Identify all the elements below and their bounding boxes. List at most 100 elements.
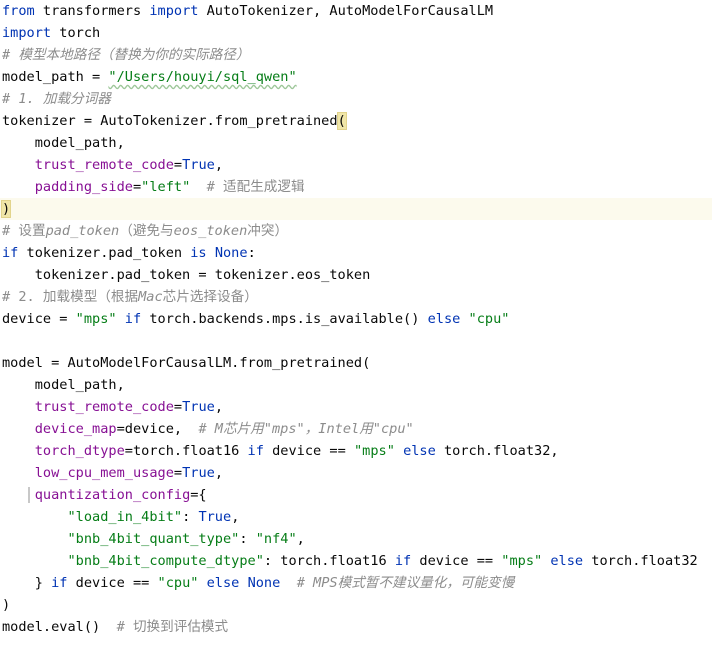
- comment: # 1. 加载分词器: [2, 91, 111, 107]
- token: if: [124, 311, 142, 327]
- code-line[interactable]: # 1. 加载分词器: [0, 88, 712, 110]
- code-line[interactable]: # 设置pad_token（避免与eos_token冲突）: [0, 220, 712, 242]
- string-literal: "load_in_4bit": [67, 509, 183, 525]
- token: ,: [214, 465, 224, 481]
- token: True: [182, 399, 215, 415]
- code-line[interactable]: trust_remote_code=True,: [0, 396, 712, 418]
- kwarg: padding_side: [34, 179, 133, 195]
- comment: # 模型本地路径（替换为你的实际路径）: [2, 47, 250, 63]
- token: device ==: [67, 575, 158, 591]
- token: else: [427, 311, 461, 327]
- code-line[interactable]: "bnb_4bit_quant_type": "nf4",: [0, 528, 712, 550]
- code-line[interactable]: if tokenizer.pad_token is None:: [0, 242, 712, 264]
- string-literal: "bnb_4bit_quant_type": [67, 531, 240, 547]
- token: import: [2, 25, 52, 41]
- string-literal: "/Users/houyi/sql_qwen": [108, 69, 297, 85]
- code-line[interactable]: # 2. 加载模型（根据Mac芯片选择设备）: [0, 286, 712, 308]
- token: if: [394, 553, 412, 569]
- comment: # 适配生成逻辑: [206, 179, 305, 195]
- comment: 冲突）: [247, 223, 289, 239]
- token: model.eval(): [2, 619, 117, 635]
- code-line[interactable]: tokenizer.pad_token = tokenizer.eos_toke…: [0, 264, 712, 286]
- comment: pad_token: [45, 223, 120, 239]
- token: :: [182, 509, 199, 525]
- token: torch: [51, 25, 101, 41]
- token: : torch.float16: [263, 553, 395, 569]
- token: =torch.float16: [124, 443, 248, 459]
- token: tokenizer.pad_token = tokenizer.eos_toke…: [2, 267, 371, 283]
- code-line[interactable]: "load_in_4bit": True,: [0, 506, 712, 528]
- token: True: [182, 157, 215, 173]
- token: tokenizer.pad_token: [18, 245, 191, 261]
- token: True: [182, 465, 215, 481]
- token: torch.backends.mps.is_available(): [141, 311, 428, 327]
- code-line[interactable]: # 模型本地路径（替换为你的实际路径）: [0, 44, 712, 66]
- code-line[interactable]: device = "mps" if torch.backends.mps.is_…: [0, 308, 712, 330]
- code-line[interactable]: from transformers import AutoTokenizer, …: [0, 0, 712, 22]
- kwarg: device_map: [34, 421, 117, 437]
- token: }: [2, 575, 52, 591]
- token: True: [198, 509, 232, 525]
- token: :: [239, 531, 256, 547]
- kwarg: torch_dtype: [34, 443, 125, 459]
- string-literal: "cpu": [468, 311, 510, 327]
- token: tokenizer = AutoTokenizer.from_pretraine…: [2, 113, 338, 129]
- code-line[interactable]: model_path = "/Users/houyi/sql_qwen": [0, 66, 712, 88]
- code-line[interactable]: model.eval() # 切换到评估模式: [0, 616, 712, 638]
- code-editor[interactable]: from transformers import AutoTokenizer, …: [0, 0, 712, 647]
- token: device ==: [263, 443, 354, 459]
- code-line[interactable]: device_map=device, # M芯片用"mps"，Intel用"cp…: [0, 418, 712, 440]
- token: torch.float32,: [435, 443, 559, 459]
- token: torch.float32: [583, 553, 698, 569]
- string-literal: "cpu": [157, 575, 199, 591]
- code-line-current[interactable]: ): [0, 198, 712, 220]
- token: if: [51, 575, 68, 591]
- code-line[interactable]: padding_side="left" # 适配生成逻辑: [0, 176, 712, 198]
- code-line[interactable]: ): [0, 594, 712, 616]
- code-line[interactable]: model = AutoModelForCausalLM.from_pretra…: [0, 352, 712, 374]
- token: model_path,: [2, 135, 125, 151]
- string-literal: "mps": [501, 553, 543, 569]
- code-line[interactable]: [0, 330, 712, 352]
- token: ,: [231, 509, 240, 525]
- comment: # M芯片用"mps"，Intel用"cpu": [198, 421, 414, 437]
- code-line[interactable]: } if device == "cpu" else None # MPS模式暂不…: [0, 572, 712, 594]
- token: ): [2, 597, 11, 613]
- comment: # 切换到评估模式: [116, 619, 229, 635]
- code-line[interactable]: import torch: [0, 22, 712, 44]
- comment: # MPS模式暂不建议量化，可能变慢: [296, 575, 515, 591]
- token: model_path =: [2, 69, 109, 85]
- token: =: [173, 157, 183, 173]
- code-line[interactable]: trust_remote_code=True,: [0, 154, 712, 176]
- token: =device,: [116, 421, 199, 437]
- token: AutoTokenizer, AutoModelForCausalLM: [198, 3, 494, 19]
- code-line[interactable]: torch_dtype=torch.float16 if device == "…: [0, 440, 712, 462]
- code-line[interactable]: quantization_config={: [0, 484, 712, 506]
- code-line[interactable]: model_path,: [0, 132, 712, 154]
- comment: # 2. 加载模型（根据: [2, 289, 139, 305]
- token: model_path,: [2, 377, 125, 393]
- string-literal: "mps": [75, 311, 117, 327]
- code-line[interactable]: "bnb_4bit_compute_dtype": torch.float16 …: [0, 550, 712, 572]
- code-line[interactable]: model_path,: [0, 374, 712, 396]
- matched-bracket: ): [0, 200, 12, 218]
- token: =: [173, 465, 183, 481]
- code-line[interactable]: low_cpu_mem_usage=True,: [0, 462, 712, 484]
- code-line[interactable]: tokenizer = AutoTokenizer.from_pretraine…: [0, 110, 712, 132]
- token: =: [173, 399, 183, 415]
- token: model = AutoModelForCausalLM.from_pretra…: [2, 355, 371, 371]
- token: if: [2, 245, 19, 261]
